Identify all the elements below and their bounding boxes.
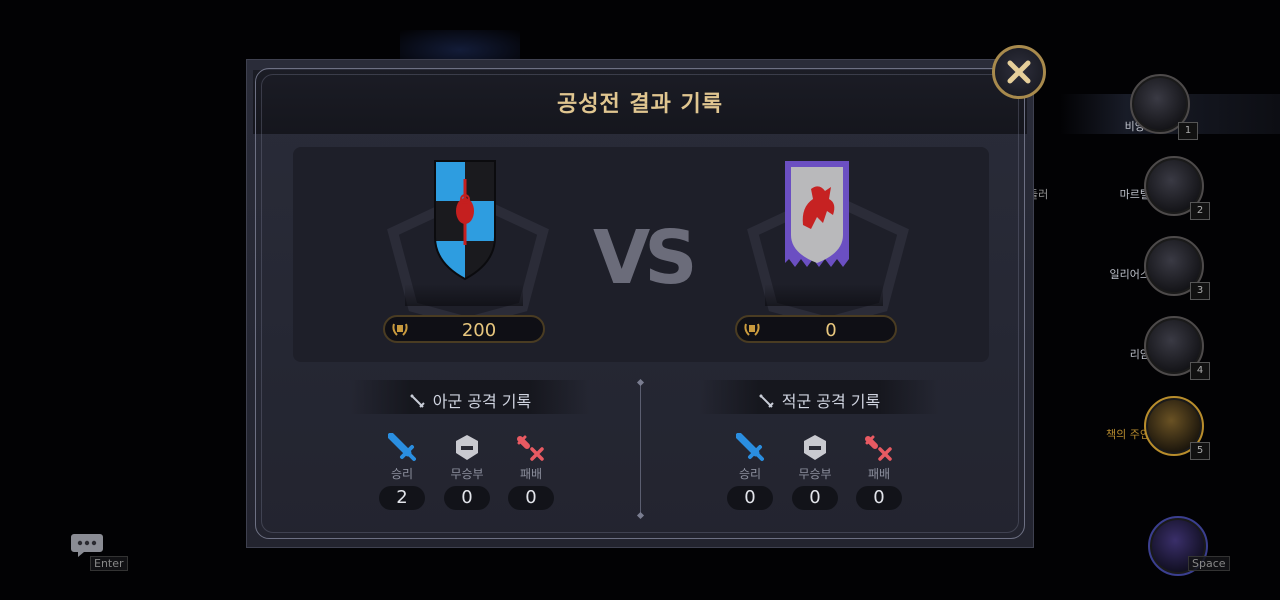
ally-loss-count: 0: [508, 486, 554, 510]
enemy-record-header: 적군 공격 기록: [699, 380, 939, 414]
party-member-name-2: 마르텔: [1119, 188, 1150, 201]
close-button[interactable]: [992, 45, 1046, 99]
ally-win-label: 승리: [390, 467, 414, 481]
draw-shield-icon: [456, 435, 478, 460]
siege-result-modal: 공성전 결과 기록 VS 200 0 아군 공격 기록 승리 2 무승부 0 패…: [246, 45, 1046, 548]
ally-banner-shadow: [405, 284, 523, 306]
laurel-crest-icon: [392, 323, 408, 336]
enemy-win-stat: 승리 0: [726, 433, 774, 510]
party-member-number-4: 4: [1190, 362, 1210, 380]
enemy-draw-count: 0: [792, 486, 838, 510]
broken-sword-loss-icon: [865, 435, 892, 461]
ally-loss-label: 패배: [519, 467, 543, 481]
enemy-win-count: 0: [727, 486, 773, 510]
enemy-score: 0: [825, 320, 837, 341]
sword-icon: [410, 394, 425, 408]
vs-label: VS: [593, 215, 698, 301]
ally-win-stat: 승리 2: [378, 433, 426, 510]
party-member-name-5: 책의 주인: [1106, 428, 1150, 441]
space-key-hint: Space: [1188, 556, 1230, 571]
ally-guild-banner-icon: [434, 160, 496, 281]
ally-draw-label: 무승부: [450, 467, 484, 481]
ally-loss-stat: 패배 0: [507, 433, 555, 510]
party-member-name-3: 일리어스: [1109, 268, 1150, 281]
versus-panel: VS 200 0: [293, 147, 989, 362]
ally-draw-stat: 무승부 0: [443, 433, 491, 510]
party-member-number-3: 3: [1190, 282, 1210, 300]
enemy-record-title: 적군 공격 기록: [781, 392, 881, 411]
enemy-loss-label: 패배: [867, 467, 891, 481]
sword-win-icon: [736, 433, 764, 461]
ally-draw-count: 0: [444, 486, 490, 510]
enemy-win-label: 승리: [738, 467, 762, 481]
enemy-score-pill: 0: [735, 315, 897, 343]
sword-icon: [759, 394, 774, 408]
ally-record-header: 아군 공격 기록: [350, 380, 590, 414]
sword-win-icon: [388, 433, 416, 461]
chat-icon[interactable]: [70, 532, 104, 558]
party-member-number-2: 2: [1190, 202, 1210, 220]
enemy-loss-count: 0: [856, 486, 902, 510]
enemy-guild-banner-icon: [785, 161, 849, 267]
enter-key-hint: Enter: [90, 556, 128, 571]
enemy-banner-shadow: [765, 284, 883, 306]
party-member-name-4: 리암: [1129, 348, 1150, 361]
ally-record-title: 아군 공격 기록: [432, 392, 532, 411]
laurel-crest-icon: [744, 323, 760, 336]
enemy-loss-stat: 패배 0: [855, 433, 903, 510]
party-member-number-5: 5: [1190, 442, 1210, 460]
ally-win-count: 2: [379, 486, 425, 510]
party-member-number-1: 1: [1178, 122, 1198, 140]
ally-score: 200: [461, 320, 497, 341]
ally-score-pill: 200: [383, 315, 545, 343]
section-divider: [640, 382, 641, 516]
modal-title: 공성전 결과 기록: [557, 92, 723, 117]
enemy-draw-label: 무승부: [798, 467, 832, 481]
party-list: 들러 비앙카 1 마르텔 2 일리어스 3 리암 4 책의 주인 5: [1028, 70, 1280, 490]
enemy-draw-stat: 무승부 0: [791, 433, 839, 510]
draw-shield-icon: [804, 435, 826, 460]
broken-sword-loss-icon: [517, 435, 544, 461]
close-icon: [1007, 60, 1031, 84]
